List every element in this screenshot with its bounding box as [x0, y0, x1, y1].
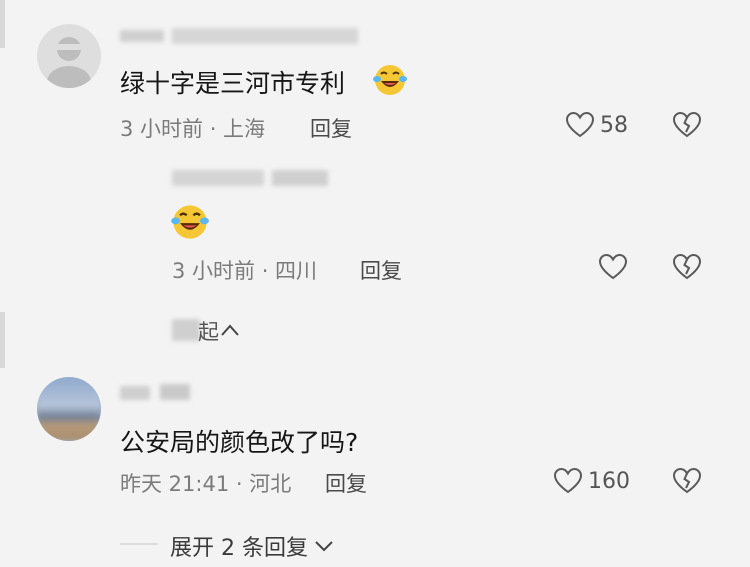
username-blurred [272, 170, 328, 186]
username-blurred[interactable] [172, 170, 264, 186]
divider-line [120, 543, 158, 545]
reply-button[interactable]: 回复 [325, 468, 367, 498]
heart-icon[interactable] [565, 111, 595, 139]
reply-button[interactable]: 回复 [310, 113, 352, 143]
left-edge-bar [0, 312, 5, 368]
laughing-tears-emoji-icon [373, 65, 407, 95]
collapse-replies-button[interactable]: 起 [172, 316, 252, 344]
collapse-label-blurred [172, 319, 200, 341]
username-blurred[interactable] [120, 386, 150, 400]
dislike-broken-heart-icon[interactable] [672, 253, 702, 281]
username-blurred [172, 28, 358, 44]
comment-text: 公安局的颜色改了吗? [120, 428, 359, 457]
heart-icon[interactable] [553, 467, 583, 495]
comment-time-location: 3 小时前 · 上海 [120, 117, 266, 141]
chevron-up-icon [221, 324, 239, 336]
laughing-tears-emoji-icon [171, 205, 209, 239]
like-count: 160 [588, 469, 630, 494]
like-count: 58 [600, 113, 628, 138]
comment-time-location: 昨天 21:41 · 河北 [120, 472, 292, 496]
dislike-broken-heart-icon[interactable] [672, 467, 702, 495]
username-blurred[interactable] [120, 30, 164, 42]
left-edge-bar [0, 0, 5, 48]
avatar[interactable] [37, 377, 101, 441]
default-avatar-icon [47, 37, 91, 88]
dislike-broken-heart-icon[interactable] [672, 111, 702, 139]
avatar-image-blurred [37, 377, 101, 441]
chevron-down-icon [315, 541, 333, 552]
expand-replies-button[interactable]: 展开 2 条回复 [170, 530, 350, 561]
reply-time-location: 3 小时前 · 四川 [172, 259, 318, 283]
reply-button[interactable]: 回复 [360, 255, 402, 285]
heart-icon[interactable] [598, 253, 628, 281]
comment-text: 绿十字是三河市专利 [120, 69, 346, 98]
collapse-label: 起 [198, 320, 219, 344]
expand-replies-label: 展开 2 条回复 [170, 536, 308, 561]
avatar[interactable] [37, 24, 101, 88]
username-blurred [160, 384, 190, 400]
